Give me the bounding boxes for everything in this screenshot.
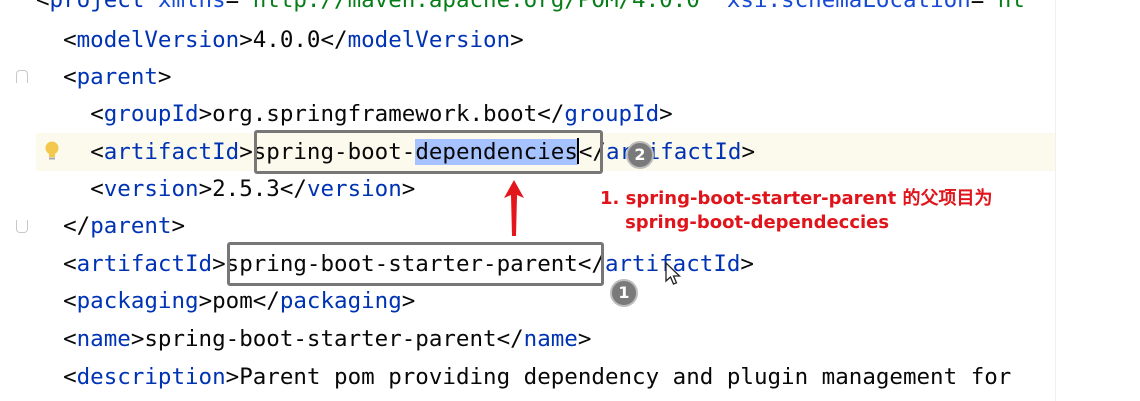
bracket: <: [90, 176, 104, 202]
bracket: >: [198, 288, 213, 314]
equals: =: [970, 0, 985, 13]
tag-name: groupId: [103, 101, 199, 127]
equals: =: [225, 0, 240, 13]
tag-name: version: [103, 176, 199, 202]
tag-name: packaging: [279, 288, 402, 314]
code-editor[interactable]: <project xmlns="http://maven.apache.org/…: [0, 0, 1140, 401]
code-line-project[interactable]: <project xmlns="http://maven.apache.org/…: [36, 0, 1055, 19]
fold-marker-icon[interactable]: [16, 220, 28, 233]
bracket: </: [537, 101, 565, 127]
tag-name: groupId: [564, 101, 660, 127]
bracket: <: [63, 27, 77, 53]
bracket: <: [63, 288, 77, 314]
attr-value: "http://maven.apache.org/POM/4.0.0": [239, 0, 714, 13]
intention-bulb-icon[interactable]: [44, 140, 60, 162]
bracket: </: [252, 288, 280, 314]
tag-name: version: [306, 176, 402, 202]
bracket: </: [320, 27, 348, 53]
bracket: >: [401, 288, 416, 314]
fold-marker-icon[interactable]: [16, 70, 28, 83]
bracket: >: [659, 101, 673, 127]
tag-name: modelVersion: [347, 27, 511, 53]
tag-text: 2.5.3: [212, 176, 280, 202]
attr-value: "ht: [984, 0, 1025, 13]
code-line-packaging[interactable]: <packaging>pom</packaging>: [36, 282, 1055, 320]
tag-name: artifactId: [103, 139, 240, 165]
bracket: <: [90, 139, 104, 165]
tag-name: description: [76, 364, 226, 390]
bracket: >: [401, 176, 416, 202]
code-line-description[interactable]: <description>Parent pom providing depend…: [36, 358, 1055, 396]
mouse-pointer-icon: [665, 261, 682, 285]
bracket: <: [63, 64, 77, 90]
tag-text: 4.0.0: [252, 27, 321, 53]
bracket: >: [740, 251, 754, 277]
bracket: </: [63, 213, 91, 239]
tag-name: parent: [76, 64, 158, 90]
bracket: >: [741, 139, 755, 165]
tag-text: org.springframework.boot: [212, 101, 538, 127]
tag-text: Parent pom providing dependency and plug…: [239, 364, 1012, 390]
bracket: <: [63, 251, 77, 277]
tag-name: modelVersion: [76, 27, 240, 53]
step-badge-1: 1: [610, 279, 638, 307]
up-arrow-icon: [504, 180, 524, 236]
step-badge-2: 2: [626, 141, 654, 169]
bracket: </: [496, 326, 524, 352]
bracket: </: [279, 176, 307, 202]
editor-gutter: [0, 0, 36, 401]
bracket: >: [198, 176, 213, 202]
tag-text: spring-boot-starter-parent: [144, 326, 497, 352]
bracket: >: [130, 326, 145, 352]
highlight-box-starter-parent: [227, 242, 604, 286]
tag-name: project: [49, 0, 145, 13]
note-line-2: spring-boot-dependeccies: [600, 212, 890, 233]
tag-name: name: [76, 326, 131, 352]
attr-name: xmlns: [157, 0, 226, 13]
annotation-note: 1. spring-boot-starter-parent 的父项目为 spri…: [600, 187, 992, 235]
attr-name: xsi:schemaLocation: [726, 0, 971, 13]
bracket: <: [63, 326, 77, 352]
note-line-1: 1. spring-boot-starter-parent 的父项目为: [600, 188, 993, 209]
tag-name: parent: [90, 213, 172, 239]
tag-name: artifactId: [76, 251, 213, 277]
bracket: >: [225, 364, 240, 390]
highlight-box-dependencies: [254, 130, 603, 174]
bracket: >: [239, 139, 253, 165]
bracket: <: [63, 364, 77, 390]
editor-right-margin: [1055, 0, 1140, 401]
code-line-groupid[interactable]: <groupId>org.springframework.boot</group…: [36, 95, 1055, 133]
bracket: <: [36, 0, 50, 13]
bracket: >: [157, 64, 172, 90]
bracket: >: [212, 251, 226, 277]
tag-text: pom: [212, 288, 253, 314]
bracket: >: [239, 27, 253, 53]
code-line-parent-open[interactable]: <parent>: [36, 58, 1055, 96]
bracket: >: [577, 326, 592, 352]
code-line-name[interactable]: <name>spring-boot-starter-parent</name>: [36, 320, 1055, 358]
tag-name: name: [523, 326, 578, 352]
code-line-modelversion[interactable]: <modelVersion>4.0.0</modelVersion>: [36, 21, 1055, 59]
bracket: >: [171, 213, 186, 239]
bracket: <: [90, 101, 104, 127]
bracket: >: [510, 27, 524, 53]
tag-name: packaging: [76, 288, 199, 314]
bracket: >: [198, 101, 213, 127]
